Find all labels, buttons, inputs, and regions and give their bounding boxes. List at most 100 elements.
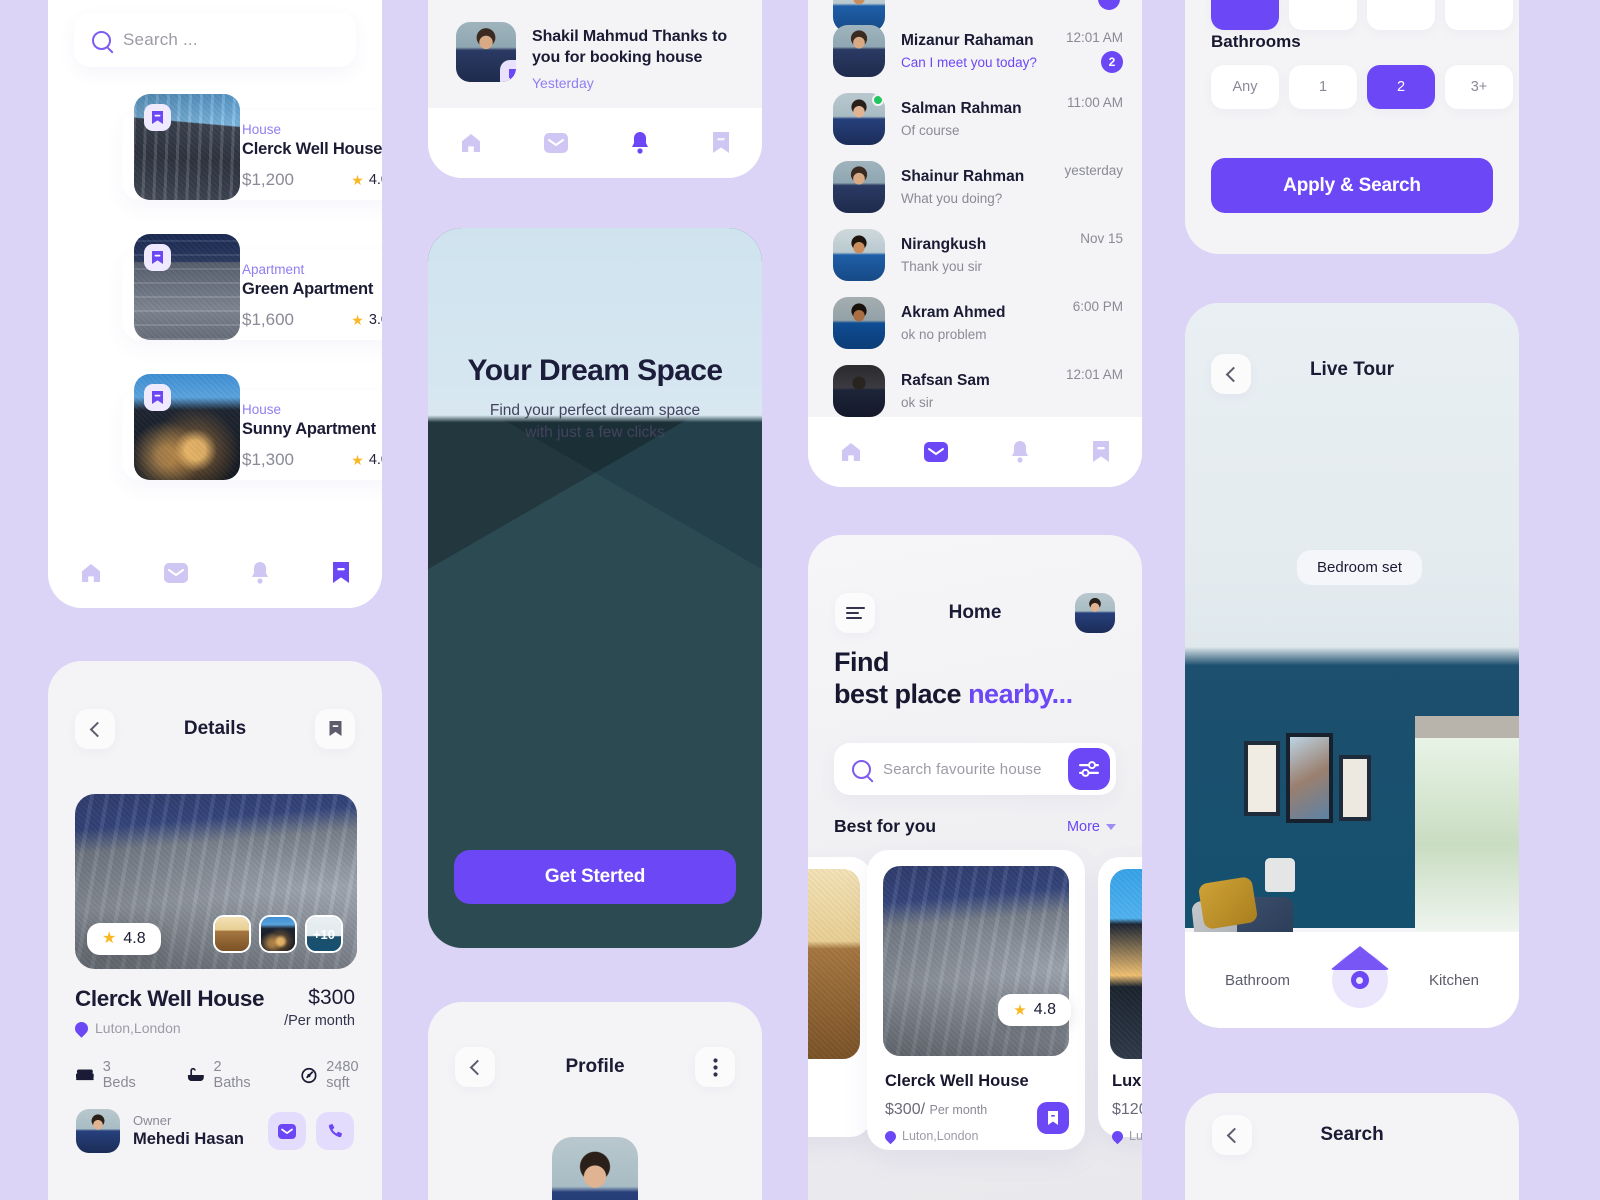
back-button[interactable] [75,709,115,749]
apply-search-button[interactable]: Apply & Search [1211,158,1493,213]
bookmark-icon[interactable] [144,244,171,271]
chat-row[interactable]: Salman Rahman Of course 11:00 AM [833,93,1123,145]
chat-time: 11:00 AM [1066,95,1123,110]
list-item[interactable]: House Clerck Well House $1,200 ★ 4.0 [122,94,382,200]
sliders-icon [1079,761,1099,777]
list-item[interactable]: House Sunny Apartment $1,300 ★ 4.0 [122,374,382,480]
nav-bookmark-icon[interactable] [711,131,731,155]
nav-bookmark-icon[interactable] [1091,440,1111,464]
property-name: Clerck Well House [885,1072,1029,1090]
owner-name: Mehedi Hasan [133,1130,244,1148]
top-chip-1[interactable] [1289,0,1357,30]
chevron-left-icon [469,1059,485,1075]
property-price: $120, [1112,1101,1142,1118]
property-location: Lut [1109,1128,1142,1144]
property-location: Luton,London [72,1018,264,1038]
top-chip-3[interactable] [1445,0,1513,30]
bookmark-icon[interactable] [144,104,171,131]
page-title: Details [183,718,247,739]
bathrooms-chip-row: Any 1 2 3+ [1211,65,1513,109]
rating-badge: ★ 4.8 [87,923,161,955]
notifications-screen: Shakil Mahmud Thanks to you for booking … [428,0,762,178]
chat-row[interactable]: Akram Ahmed ok no problem 6:00 PM [833,297,1123,349]
nav-bell-icon[interactable] [1010,440,1030,464]
more-link[interactable]: More [1067,819,1116,835]
list-item[interactable]: Apartment Green Apartment $1,600 ★ 3.0 [122,234,382,340]
more-button[interactable] [695,1047,735,1087]
section-title: Best for you [834,816,937,836]
gallery-thumb-more[interactable]: +10 [305,915,343,953]
search-input[interactable]: Search favourite house [834,743,1116,795]
property-hero-image: ★ 4.8 +10 [75,794,357,969]
back-button[interactable] [1212,1115,1252,1155]
chat-row[interactable]: Mizanur Rahaman Can I meet you today? 12… [833,25,1123,77]
chat-time: 6:00 PM [1072,299,1123,314]
nav-home-icon[interactable] [839,440,863,464]
chat-row[interactable]: Nirangkush Thank you sir Nov 15 [833,229,1123,281]
nav-home-icon[interactable] [79,561,103,585]
details-header: Details [48,709,382,749]
live-tour-screen: Live Tour Bedroom set Bathroom Kitchen [1185,303,1519,1028]
notification-item[interactable]: Shakil Mahmud Thanks to you for booking … [456,22,738,91]
bookmark-button[interactable] [315,709,355,749]
chat-name: Nirangkush [901,236,987,253]
bathrooms-option-2[interactable]: 2 [1367,65,1435,109]
hotspot-label[interactable]: Bedroom set [1297,550,1423,585]
spec-baths: 2 Baths [187,1059,260,1091]
chat-name: Mizanur Rahaman [901,32,1034,49]
filter-button[interactable] [1068,748,1110,790]
gallery-thumb[interactable] [213,915,251,953]
chat-row[interactable]: Shainur Rahman What you doing? yesterday [833,161,1123,213]
bathrooms-option-any[interactable]: Any [1211,65,1279,109]
property-card[interactable]: ★ 4.8 Clerck Well House $300/ Per month … [867,850,1085,1150]
property-price-period: /Per month [284,1013,355,1029]
bottom-nav [48,538,382,608]
property-card-partial-right[interactable]: Luxu $120, Lut [1098,857,1142,1144]
bookmark-icon[interactable] [144,384,171,411]
avatar[interactable] [1075,593,1115,633]
profile-avatar [552,1137,638,1200]
property-specs: 3 Beds 2 Baths 2480 sqft [76,1059,382,1091]
room-left-label[interactable]: Bathroom [1225,972,1290,989]
nav-mail-icon[interactable] [924,442,949,462]
gallery-thumb[interactable] [259,915,297,953]
more-vertical-icon [712,1057,718,1077]
back-button[interactable] [455,1047,495,1087]
nav-bell-icon[interactable] [250,561,270,585]
bathrooms-option-1[interactable]: 1 [1289,65,1357,109]
star-icon: ★ [1013,1001,1027,1019]
get-started-button[interactable]: Get Sterted [454,850,736,904]
nav-bell-icon[interactable] [630,131,650,155]
wall-art-right [1339,755,1371,821]
area-icon [301,1067,317,1083]
room-right-label[interactable]: Kitchen [1429,972,1479,989]
vr-knob-icon[interactable] [1329,946,1390,1008]
search-input[interactable]: Search ... [74,13,356,67]
top-chip-0[interactable] [1211,0,1279,30]
chat-preview: ok no problem [901,327,987,342]
top-chip-2[interactable] [1367,0,1435,30]
location-pin-icon [1109,1128,1126,1144]
property-card-partial-left[interactable]: ★0 [808,857,872,1137]
chat-row[interactable]: Rafsan Sam ok sir 12:01 AM [833,365,1123,417]
call-owner-button[interactable] [316,1112,354,1150]
nav-mail-icon[interactable] [164,563,189,583]
chat-icon [500,60,516,82]
home-heading: Find best place nearby... [834,647,1073,709]
nav-home-icon[interactable] [459,131,483,155]
avatar [833,93,885,145]
nav-mail-icon[interactable] [544,133,569,153]
message-owner-button[interactable] [268,1112,306,1150]
avatar [833,25,885,77]
bathrooms-option-3plus[interactable]: 3+ [1445,65,1513,109]
filter-screen: Bathrooms Any 1 2 3+ Apply & Search [1185,0,1519,254]
bookmark-button[interactable] [1037,1102,1069,1134]
onboarding-subtitle: Find your perfect dream space with just … [489,402,701,442]
search-placeholder: Search ... [123,30,198,49]
property-name: Clerck Well House [242,140,382,158]
menu-button[interactable] [835,593,875,633]
gallery-thumbnails[interactable]: +10 [213,915,343,953]
chat-time: Nov 15 [1080,231,1123,246]
nav-bookmark-icon[interactable] [331,561,351,585]
avatar [76,1109,120,1153]
